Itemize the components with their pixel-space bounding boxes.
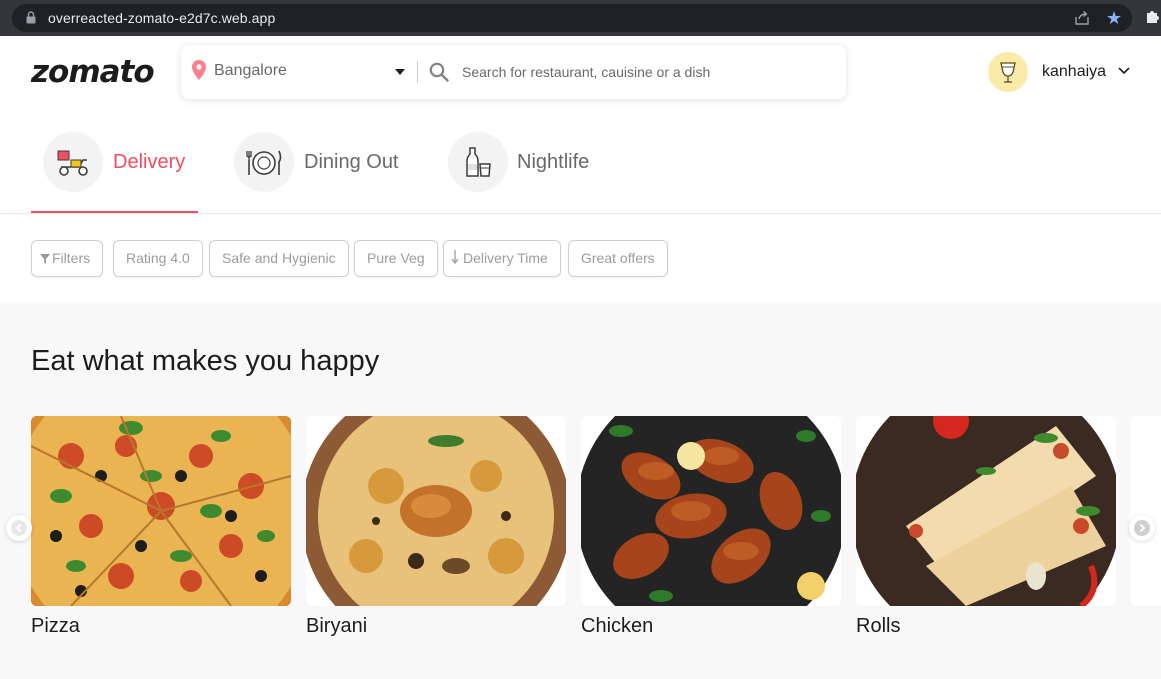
tab-nightlife-label: Nightlife [517,151,590,173]
great-offers-filter-label: Great offers [581,250,655,266]
chevron-left-icon [11,520,27,536]
nightlife-tab-circle [448,132,508,192]
delivery-tab-circle [43,132,103,192]
active-tab-indicator [31,211,198,213]
carousel-next-button[interactable] [1129,515,1155,541]
tab-dining-out-label: Dining Out [304,151,399,173]
food-card-label: Pizza [31,615,80,637]
rolls-illustration [856,416,1116,606]
dining-tab-circle [234,132,294,192]
location-pin-icon [192,60,206,80]
tab-nightlife[interactable]: Nightlife [448,132,608,194]
section-title: Eat what makes you happy [31,345,380,377]
biryani-image[interactable] [306,416,566,606]
pure-veg-filter-chip[interactable]: Pure Veg [354,240,438,277]
zomato-logo[interactable]: zomato [31,54,155,90]
nightlife-bottle-icon [466,147,491,177]
wine-glass-icon [1000,62,1016,83]
chicken-image[interactable] [581,416,841,606]
location-dropdown-icon[interactable] [395,69,405,75]
search-divider [417,61,418,83]
rolls-image[interactable] [856,416,1116,606]
filter-chips: Filters Rating 4.0 Safe and Hygienic Pur… [0,214,1161,303]
lock-icon [26,11,36,24]
safe-hygienic-filter-label: Safe and Hygienic [222,250,336,266]
pizza-image[interactable] [31,416,291,606]
delivery-time-filter-chip[interactable]: Delivery Time [443,240,561,277]
location-input[interactable]: Bangalore [214,62,287,80]
user-name[interactable]: kanhaiya [1042,63,1106,81]
extensions-puzzle-icon[interactable] [1144,9,1160,25]
search-bar: Bangalore Search for restaurant, cauisin… [181,45,846,99]
down-arrow-icon [451,250,459,264]
food-collection-section: Eat what makes you happy Pizza Biryani C… [0,303,1161,679]
tab-delivery[interactable]: Delivery [43,132,203,194]
browser-toolbar: overreacted-zomato-e2d7c.web.app ★ [0,0,1161,36]
filter-icon [40,254,50,264]
bookmark-star-icon[interactable]: ★ [1106,8,1122,28]
food-card-label: Rolls [856,615,901,637]
address-bar[interactable]: overreacted-zomato-e2d7c.web.app ★ [12,4,1132,32]
next-card-peek [1130,416,1161,606]
chevron-right-icon [1134,520,1150,536]
biryani-illustration [306,416,566,606]
rating-filter-chip[interactable]: Rating 4.0 [113,240,203,277]
food-card-label: Chicken [581,615,654,637]
dining-plate-icon [246,150,282,175]
avatar[interactable] [988,52,1028,92]
rating-filter-label: Rating 4.0 [126,250,190,266]
chevron-down-icon[interactable] [1118,67,1130,75]
share-icon[interactable] [1074,10,1090,26]
safe-hygienic-filter-chip[interactable]: Safe and Hygienic [209,240,349,277]
food-card-label: Biryani [306,615,368,637]
carousel-prev-button[interactable] [6,515,32,541]
delivery-scooter-icon [57,150,88,176]
pure-veg-filter-label: Pure Veg [367,250,425,266]
delivery-time-filter-label: Delivery Time [463,250,548,266]
chicken-illustration [581,416,841,606]
url-text[interactable]: overreacted-zomato-e2d7c.web.app [48,10,275,26]
tab-delivery-label: Delivery [113,151,186,173]
pizza-illustration [31,416,291,606]
search-icon [429,62,449,82]
tab-dining-out[interactable]: Dining Out [234,132,414,194]
search-input[interactable]: Search for restaurant, cauisine or a dis… [462,64,710,80]
filters-button[interactable]: Filters [31,240,103,277]
great-offers-filter-chip[interactable]: Great offers [568,240,668,277]
filters-label: Filters [52,250,91,266]
site-header: zomato Bangalore Search for restaurant, … [0,36,1161,112]
category-tabs: Delivery Dining Out Nightlife [0,112,1161,214]
